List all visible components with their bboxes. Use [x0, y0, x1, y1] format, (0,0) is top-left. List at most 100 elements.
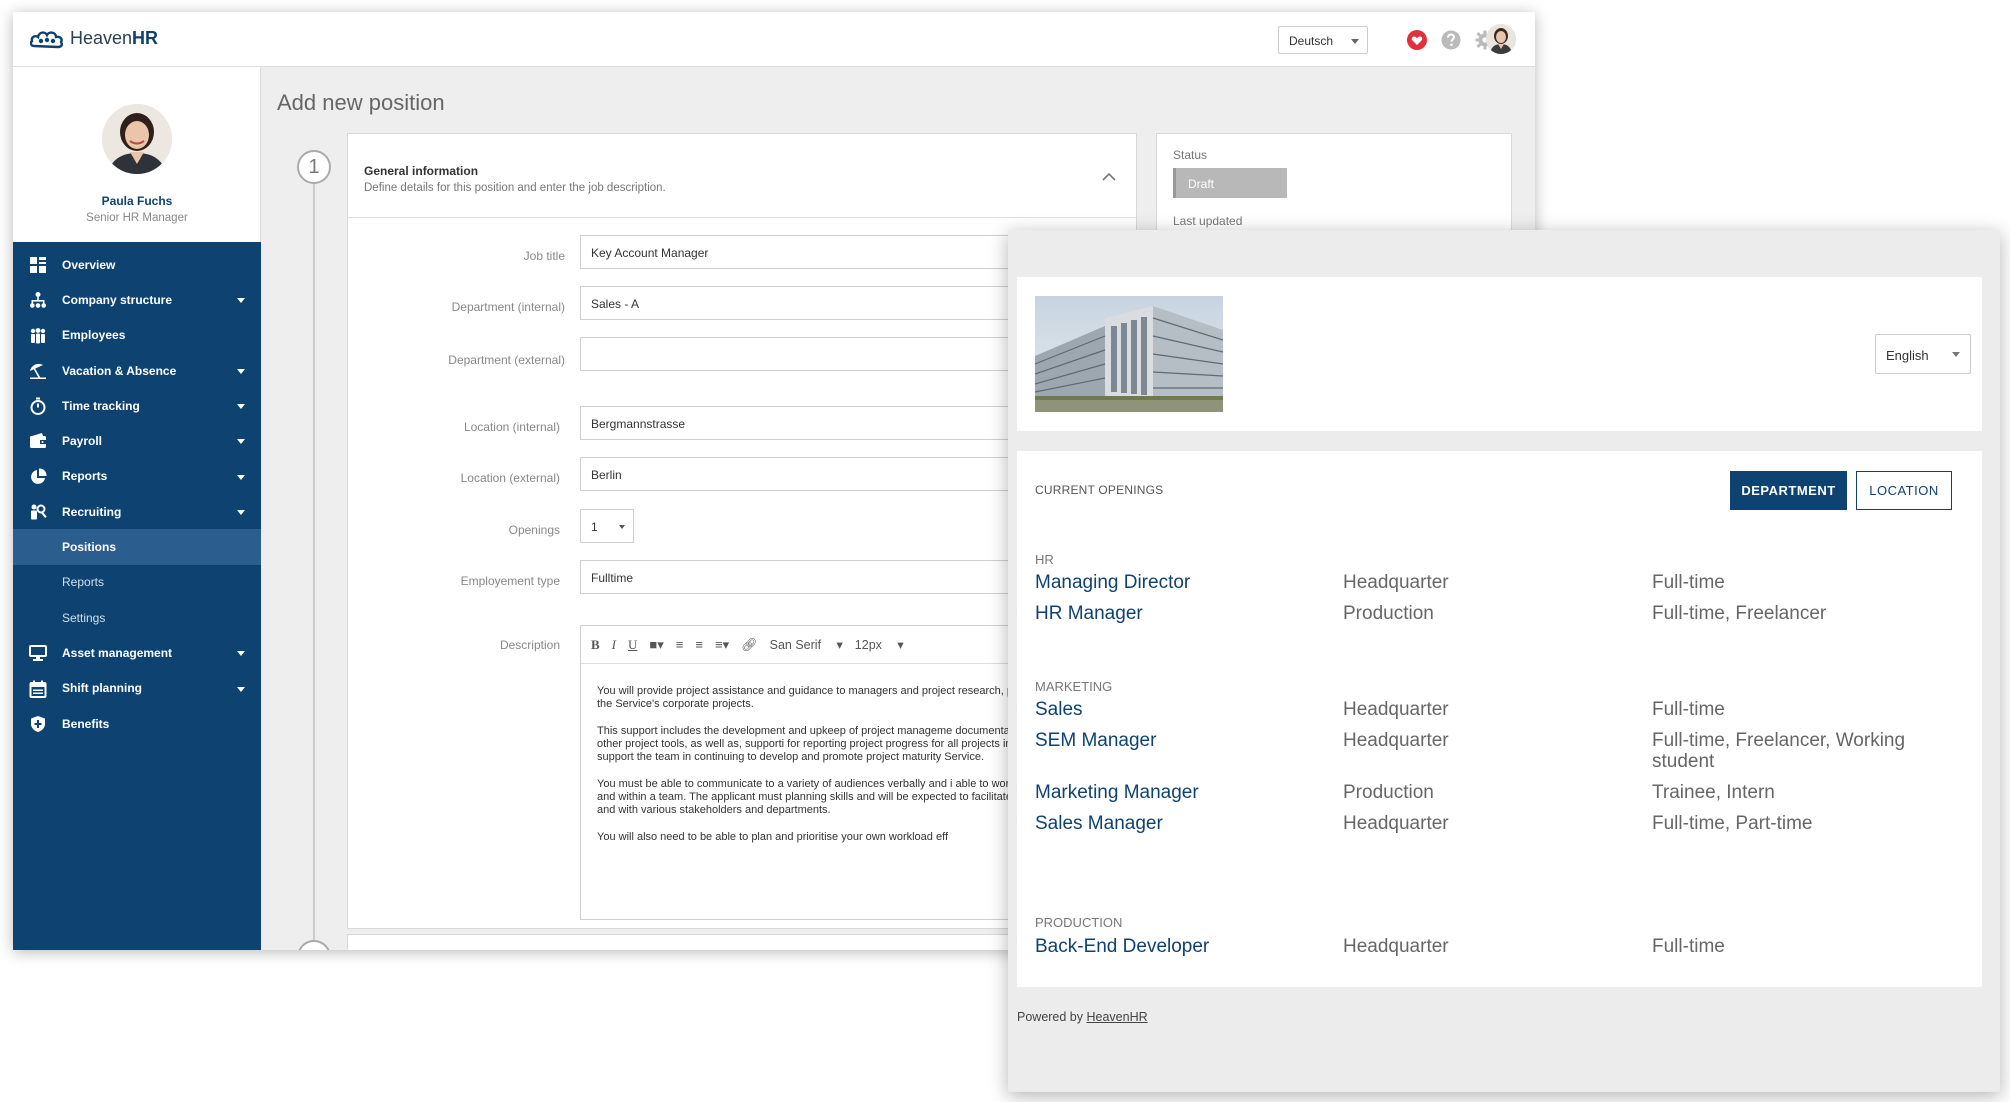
- recruiting-icon: [31, 504, 47, 520]
- logo-text-prefix: Heaven: [70, 27, 133, 48]
- chevron-down-icon: [237, 510, 245, 516]
- sidebar: Paula Fuchs Senior HR Manager Overview C…: [13, 67, 261, 950]
- job-type: Full-time, Part-time: [1652, 813, 1813, 834]
- nav-subitem-positions[interactable]: Positions: [13, 529, 261, 565]
- chevron-down-icon: [619, 525, 625, 529]
- chevron-up-icon[interactable]: [1102, 170, 1116, 184]
- location-internal-value: Bergmannstrasse: [591, 417, 686, 431]
- user-avatar[interactable]: [1486, 24, 1516, 54]
- text-color-icon[interactable]: ■▾: [649, 637, 663, 653]
- nav-item-payroll[interactable]: Payroll: [13, 423, 261, 458]
- nav-label: Shift planning: [62, 681, 142, 696]
- powered-by-link[interactable]: HeavenHR: [1086, 1010, 1147, 1024]
- section-description: Define details for this position and ent…: [364, 182, 666, 194]
- profile-panel: Paula Fuchs Senior HR Manager: [13, 67, 261, 242]
- employment-type-label: Employement type: [460, 574, 560, 588]
- user-portrait-icon: [1486, 24, 1516, 54]
- job-type: Full-time, Freelancer, Working student: [1652, 730, 1906, 772]
- page-title: Add new position: [277, 90, 445, 115]
- powered-by-footer: Powered by HeavenHR: [1017, 1010, 1148, 1024]
- last-updated-label: Last updated: [1173, 214, 1243, 228]
- job-title-link[interactable]: Marketing Manager: [1035, 782, 1199, 804]
- nav-item-asset-management[interactable]: Asset management: [13, 635, 261, 670]
- beach-umbrella-icon: [30, 363, 46, 379]
- top-bar: HeavenHR Deutsch: [13, 12, 1535, 67]
- nav-label: Employees: [62, 328, 126, 343]
- logo[interactable]: HeavenHR: [30, 26, 158, 50]
- help-icon[interactable]: [1440, 29, 1462, 51]
- nav-label: Payroll: [62, 434, 103, 449]
- job-location: Headquarter: [1343, 730, 1449, 751]
- org-chart-icon: [30, 292, 46, 309]
- career-header: English: [1017, 277, 1982, 431]
- people-icon: [30, 327, 46, 344]
- link-icon[interactable]: 🔗︎: [741, 637, 758, 653]
- bullet-list-icon[interactable]: ≡: [676, 637, 684, 652]
- nav-item-benefits[interactable]: Benefits: [13, 706, 261, 741]
- nav-subitem-reports[interactable]: Reports: [13, 565, 261, 600]
- career-language-select[interactable]: English: [1875, 334, 1971, 374]
- nav-item-overview[interactable]: Overview: [13, 247, 261, 282]
- openings-select[interactable]: 1: [580, 509, 634, 543]
- font-size-select[interactable]: 12px ▾: [855, 637, 904, 652]
- font-size-value: 12px: [854, 638, 882, 652]
- heart-icon[interactable]: [1406, 29, 1428, 51]
- status-badge[interactable]: Draft: [1173, 168, 1287, 198]
- filter-location-button[interactable]: LOCATION: [1856, 471, 1952, 510]
- nav-label: Time tracking: [62, 398, 140, 413]
- chevron-down-icon: [237, 368, 245, 374]
- nav-item-company-structure[interactable]: Company structure: [13, 282, 261, 317]
- job-title-link[interactable]: Sales Manager: [1035, 813, 1163, 835]
- section-header[interactable]: General information Define details for t…: [348, 134, 1136, 218]
- job-title-link[interactable]: SEM Manager: [1035, 730, 1156, 752]
- nav-item-reports[interactable]: Reports: [13, 459, 261, 494]
- nav-item-employees[interactable]: Employees: [13, 318, 261, 353]
- pie-chart-icon: [31, 468, 47, 484]
- nav-label: Positions: [62, 540, 117, 555]
- career-language-value: English: [1886, 348, 1929, 363]
- italic-icon[interactable]: I: [612, 637, 616, 653]
- nav-item-vacation[interactable]: Vacation & Absence: [13, 353, 261, 388]
- user-portrait-icon: [102, 104, 172, 174]
- filter-department-button[interactable]: DEPARTMENT: [1730, 471, 1847, 510]
- chevron-down-icon: [237, 439, 245, 445]
- underline-icon[interactable]: U: [628, 637, 637, 653]
- nav-label: Reports: [62, 469, 108, 484]
- job-type: Full-time: [1652, 699, 1725, 720]
- chevron-down-icon: [237, 298, 245, 304]
- status-label: Status: [1173, 148, 1208, 162]
- group-heading-marketing: MARKETING: [1035, 679, 1113, 694]
- numbered-list-icon[interactable]: ≡: [695, 637, 703, 652]
- job-title-value: Key Account Manager: [591, 246, 709, 260]
- location-external-label: Location (external): [460, 471, 560, 485]
- align-icon[interactable]: ≡▾: [715, 637, 729, 653]
- stopwatch-icon: [30, 397, 46, 416]
- profile-name[interactable]: Paula Fuchs: [13, 194, 261, 208]
- nav-item-recruiting[interactable]: Recruiting: [13, 494, 261, 529]
- job-type: Full-time, Freelancer: [1652, 603, 1827, 624]
- shield-icon: [31, 715, 45, 732]
- job-title-link[interactable]: HR Manager: [1035, 603, 1143, 625]
- font-family-select[interactable]: San Serif ▾: [770, 637, 843, 652]
- section-title: General information: [364, 164, 479, 178]
- chevron-down-icon: [237, 651, 245, 657]
- calendar-icon: [29, 680, 47, 698]
- profile-avatar[interactable]: [102, 104, 172, 174]
- job-title-link[interactable]: Sales: [1035, 699, 1083, 721]
- logo-text-suffix: HR: [132, 27, 159, 48]
- openings-panel: CURRENT OPENINGS DEPARTMENT LOCATION HR …: [1017, 451, 1982, 987]
- nav-item-shift-planning[interactable]: Shift planning: [13, 671, 261, 706]
- job-type: Full-time: [1652, 936, 1725, 957]
- language-select[interactable]: Deutsch: [1278, 26, 1368, 54]
- job-title-link[interactable]: Back-End Developer: [1035, 936, 1209, 958]
- job-title-link[interactable]: Managing Director: [1035, 572, 1190, 594]
- nav-subitem-settings[interactable]: Settings: [13, 600, 261, 635]
- job-location: Headquarter: [1343, 813, 1449, 834]
- department-internal-label: Department (internal): [451, 300, 565, 314]
- bold-icon[interactable]: B: [591, 637, 600, 653]
- nav-label: Benefits: [62, 716, 110, 731]
- nav-item-time-tracking[interactable]: Time tracking: [13, 388, 261, 423]
- group-heading-production: PRODUCTION: [1035, 915, 1123, 930]
- grid-icon: [30, 257, 46, 273]
- chevron-down-icon: [237, 686, 245, 692]
